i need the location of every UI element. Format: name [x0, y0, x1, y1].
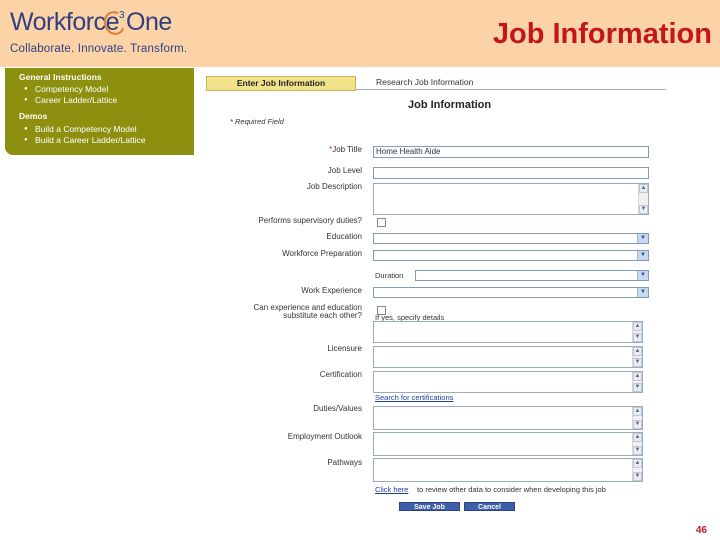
scroll-up-arrow-icon[interactable]: ▲	[633, 322, 642, 331]
job-level-label: Job Level	[327, 166, 362, 175]
job-description-textarea[interactable]: ▲ ▼	[373, 183, 649, 215]
duties-values-textarea[interactable]: ▲ ▼	[373, 406, 643, 430]
scroll-down-arrow-icon[interactable]: ▼	[633, 333, 642, 342]
chevron-down-icon[interactable]: ▼	[637, 251, 648, 260]
logo-tagline: Collaborate. Innovate. Transform.	[10, 43, 188, 55]
scroll-down-arrow-icon[interactable]: ▼	[639, 205, 648, 214]
scroll-up-arrow-icon[interactable]: ▲	[633, 407, 642, 416]
education-select[interactable]: ▼	[373, 233, 649, 244]
job-title-label: *Job Title	[329, 145, 362, 154]
duties-values-label: Duties/Values	[313, 404, 362, 413]
build-career-ladder-link[interactable]: Build a Career Ladder/Lattice	[24, 135, 146, 145]
certification-textarea[interactable]: ▲ ▼	[373, 371, 643, 393]
scroll-up-arrow-icon[interactable]: ▲	[633, 347, 642, 356]
scroll-up-arrow-icon[interactable]: ▲	[633, 372, 642, 381]
required-field-note: * Required Field	[230, 117, 284, 126]
employment-outlook-textarea[interactable]: ▲ ▼	[373, 432, 643, 456]
logo-wordmark: Workforce3One	[10, 8, 172, 36]
scroll-down-arrow-icon[interactable]: ▼	[633, 446, 642, 455]
pathways-textarea[interactable]: ▲ ▼	[373, 458, 643, 482]
logo-superscript: 3	[118, 10, 125, 21]
cancel-button[interactable]: Cancel	[464, 502, 515, 511]
tab-divider	[356, 89, 666, 90]
save-job-button[interactable]: Save Job	[399, 502, 460, 511]
competency-model-link[interactable]: Competency Model	[24, 84, 108, 94]
search-certifications-link[interactable]: Search for certifications	[375, 393, 453, 402]
click-here-link[interactable]: Click here	[375, 485, 408, 494]
work-experience-select[interactable]: ▼	[373, 287, 649, 298]
job-description-label: Job Description	[306, 182, 362, 191]
workforce3one-logo: Workforce3One Collaborate. Innovate. Tra…	[10, 8, 187, 55]
licensure-textarea[interactable]: ▲ ▼	[373, 346, 643, 368]
scroll-down-arrow-icon[interactable]: ▼	[633, 358, 642, 367]
job-level-input[interactable]	[373, 167, 649, 179]
scroll-down-arrow-icon[interactable]: ▼	[633, 420, 642, 429]
scrollbar[interactable]: ▲ ▼	[632, 347, 642, 367]
page-number: 46	[695, 525, 707, 536]
scrollbar[interactable]: ▲ ▼	[632, 322, 642, 342]
click-here-description: to review other data to consider when de…	[417, 485, 606, 494]
scrollbar[interactable]: ▲ ▼	[632, 372, 642, 392]
scroll-down-arrow-icon[interactable]: ▼	[633, 383, 642, 392]
licensure-label: Licensure	[327, 344, 362, 353]
tab-research-job-information[interactable]: Research Job Information	[376, 77, 473, 87]
instructions-panel: General Instructions Competency Model Ca…	[5, 68, 194, 155]
chevron-down-icon[interactable]: ▼	[637, 288, 648, 297]
employment-outlook-label: Employment Outlook	[287, 432, 362, 441]
chevron-down-icon[interactable]: ▼	[637, 271, 648, 280]
can-substitute-label-line2: substitute each other?	[283, 311, 362, 320]
build-competency-model-link[interactable]: Build a Competency Model	[24, 124, 137, 134]
workforce-prep-label: Workforce Preparation	[282, 249, 362, 258]
chevron-down-icon[interactable]: ▼	[637, 234, 648, 243]
career-ladder-link[interactable]: Career Ladder/Lattice	[24, 95, 117, 105]
substitute-details-textarea[interactable]: ▲ ▼	[373, 321, 643, 343]
job-tabs: Enter Job Information Research Job Infor…	[206, 76, 666, 91]
header-band: Workforce3One Collaborate. Innovate. Tra…	[0, 0, 720, 67]
scrollbar[interactable]: ▲ ▼	[632, 407, 642, 429]
scroll-down-arrow-icon[interactable]: ▼	[633, 472, 642, 481]
supervisory-checkbox[interactable]	[377, 218, 386, 227]
performs-supervisory-label: Performs supervisory duties?	[258, 216, 362, 225]
tab-enter-job-information[interactable]: Enter Job Information	[206, 76, 356, 91]
certification-label: Certification	[319, 370, 362, 379]
duration-select[interactable]: ▼	[415, 270, 649, 281]
scrollbar[interactable]: ▲ ▼	[632, 433, 642, 455]
scroll-up-arrow-icon[interactable]: ▲	[633, 433, 642, 442]
duration-label: Duration	[375, 271, 404, 280]
job-title-input[interactable]: Home Health Aide	[373, 146, 649, 158]
pathways-label: Pathways	[327, 458, 362, 467]
page-title: Job Information	[492, 18, 712, 50]
scroll-up-arrow-icon[interactable]: ▲	[633, 459, 642, 468]
scroll-up-arrow-icon[interactable]: ▲	[639, 184, 648, 193]
work-experience-label: Work Experience	[301, 286, 362, 295]
scrollbar[interactable]: ▲ ▼	[632, 459, 642, 481]
education-label: Education	[326, 232, 362, 241]
scrollbar[interactable]: ▲ ▼	[638, 184, 648, 214]
logo-e-swirl: e	[105, 8, 120, 36]
form-title: Job Information	[408, 99, 492, 111]
general-instructions-heading: General Instructions	[19, 72, 102, 82]
demos-heading: Demos	[19, 111, 48, 121]
workforce-prep-select[interactable]: ▼	[373, 250, 649, 261]
